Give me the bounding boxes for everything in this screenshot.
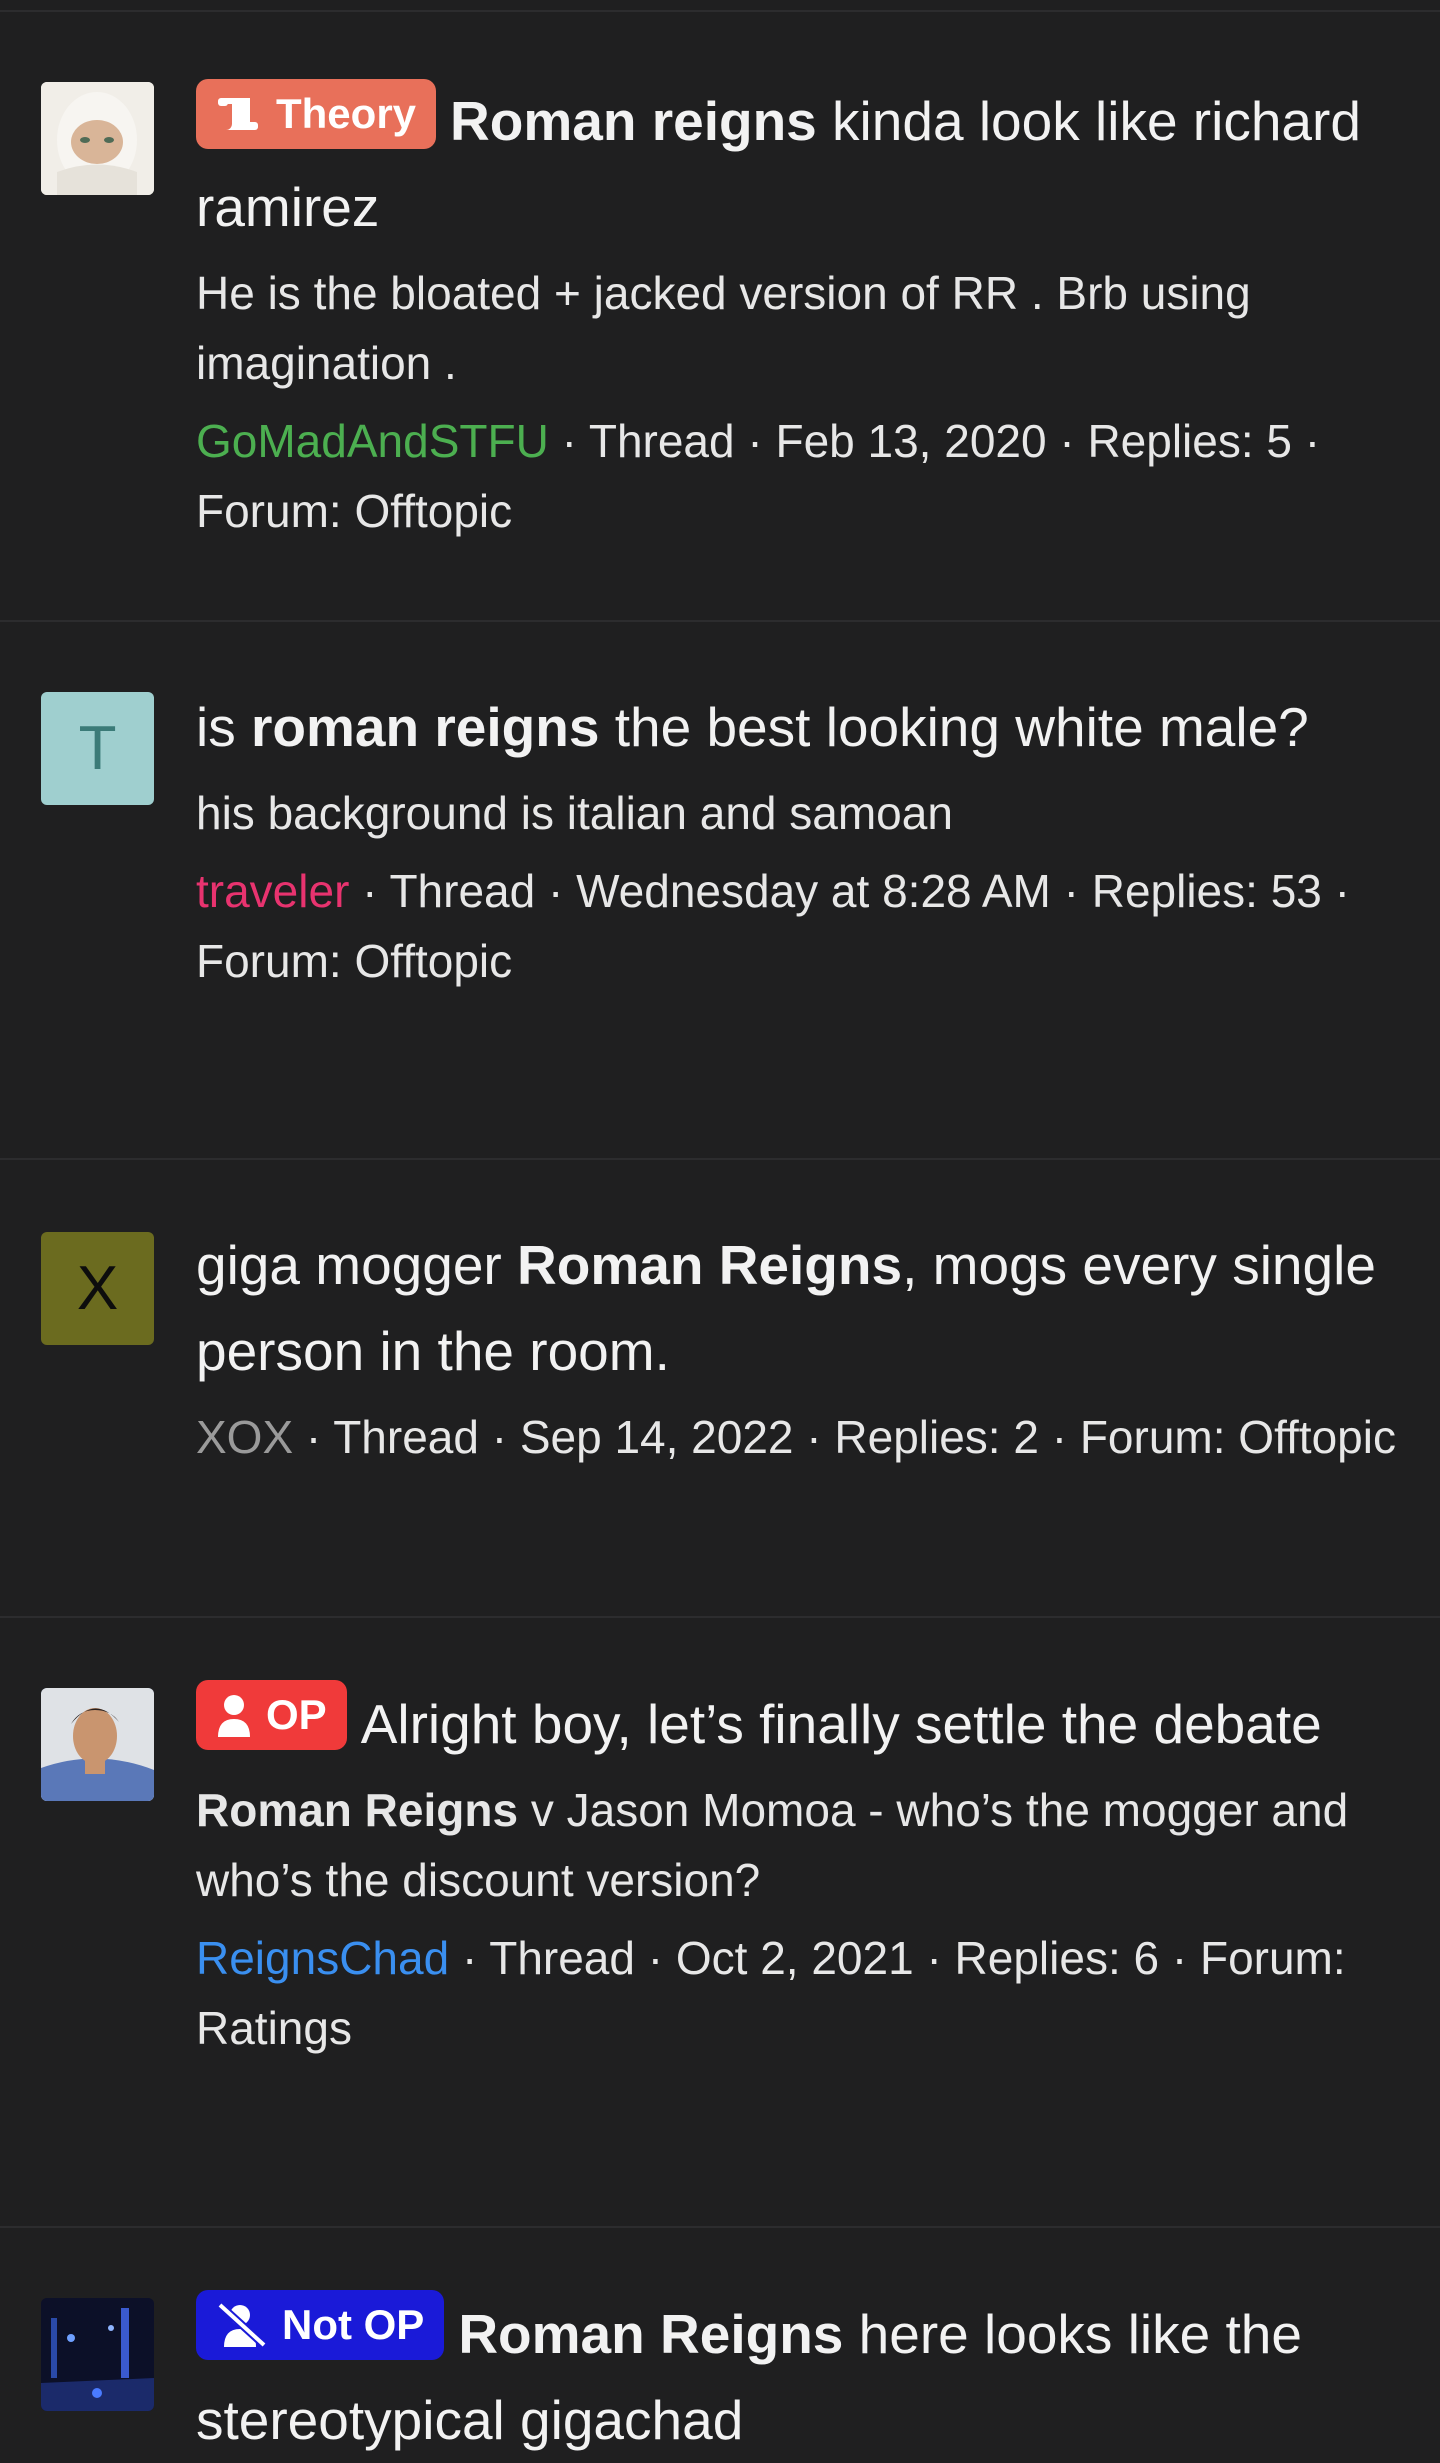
avatar[interactable]: T [41, 692, 154, 805]
prefix-badge-theory[interactable]: Theory [196, 79, 437, 149]
meta-line: GoMadAndSTFU · Thread · Feb 13, 2020 · R… [196, 406, 1406, 546]
search-result[interactable]: Not OP Roman Reigns here looks like the … [0, 2228, 1440, 2459]
prefix-badge-not-op[interactable]: Not OP [196, 2290, 445, 2360]
avatar[interactable] [41, 1688, 154, 1801]
username-link[interactable]: traveler [196, 865, 349, 917]
meta-line: ReignsChad · Thread · Oct 2, 2021 · Repl… [196, 1923, 1406, 2063]
thread-title[interactable]: is roman reigns the best looking white m… [196, 684, 1406, 770]
username-link[interactable]: GoMadAndSTFU [196, 415, 549, 467]
thread-title[interactable]: Not OP Roman Reigns here looks like the … [196, 2290, 1406, 2463]
prefix-label: Theory [276, 90, 417, 137]
thread-title[interactable]: giga mogger Roman Reigns, mogs every sin… [196, 1222, 1406, 1394]
prefix-label: Not OP [282, 2301, 425, 2348]
search-result[interactable]: OP Alright boy, let’s finally settle the… [0, 1618, 1440, 2228]
title-highlight: Roman Reigns [517, 1234, 903, 1296]
prefix-label: OP [266, 1691, 327, 1738]
title-text: is [196, 696, 251, 758]
title-highlight: Roman Reigns [458, 2303, 844, 2365]
username-link[interactable]: ReignsChad [196, 1932, 449, 1984]
snippet: He is the bloated + jacked version of RR… [196, 267, 1251, 389]
prefix-badge-op[interactable]: OP [196, 1680, 347, 1750]
search-result[interactable]: X giga mogger Roman Reigns, mogs every s… [0, 1160, 1440, 1618]
username-link[interactable]: XOX [196, 1411, 293, 1463]
thread-title[interactable]: Theory Roman reigns kinda look like rich… [196, 78, 1406, 250]
user-slash-icon [216, 2303, 268, 2347]
snippet-highlight: Roman Reigns [196, 1784, 519, 1836]
search-result[interactable]: T is roman reigns the best looking white… [0, 622, 1440, 1160]
thread-title[interactable]: OP Alright boy, let’s finally settle the… [196, 1680, 1406, 1767]
title-text: giga mogger [196, 1234, 518, 1296]
avatar[interactable]: X [41, 1232, 154, 1345]
meta-text: · Thread · Wednesday at 8:28 AM · Replie… [196, 865, 1350, 987]
meta-line: XOX · Thread · Sep 14, 2022 · Replies: 2… [196, 1402, 1406, 1472]
title-text: the best looking white male? [599, 696, 1309, 758]
snippet: Roman Reigns v Jason Momoa - who’s the m… [196, 1775, 1406, 1915]
avatar[interactable] [41, 2298, 154, 2411]
avatar[interactable] [41, 82, 154, 195]
avatar-letter: X [76, 1253, 119, 1323]
search-result[interactable]: Theory Roman reigns kinda look like rich… [0, 10, 1440, 622]
meta-text: · Thread · Sep 14, 2022 · Replies: 2 · F… [293, 1411, 1396, 1463]
title-text: Alright boy, let’s finally settle the de… [360, 1693, 1322, 1755]
scroll-icon [216, 94, 262, 134]
title-highlight: Roman reigns [450, 90, 817, 152]
avatar-letter: T [78, 713, 117, 783]
title-highlight: roman reigns [251, 696, 600, 758]
meta-line: traveler · Thread · Wednesday at 8:28 AM… [196, 856, 1406, 996]
user-icon [216, 1693, 252, 1737]
snippet: his background is italian and samoan [196, 787, 953, 839]
